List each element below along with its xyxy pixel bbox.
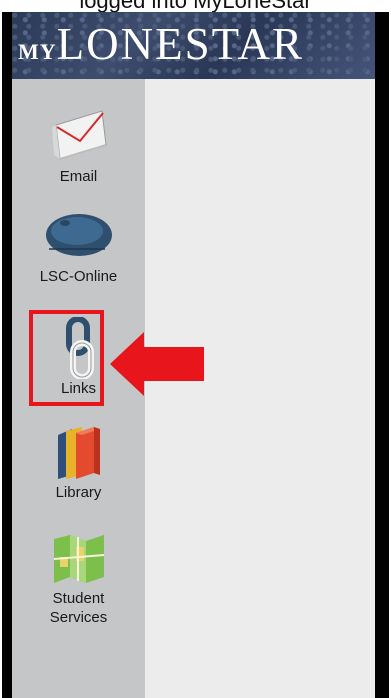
pointer-arrow-icon: [110, 332, 204, 396]
links-highlight-box: [29, 310, 104, 406]
sidebar-item-label: Email: [59, 168, 98, 185]
sidebar-item-label: Library: [55, 484, 102, 501]
logo-prefix: MY: [18, 39, 57, 64]
sidebar-item-student-services[interactable]: Student Services: [12, 529, 145, 627]
sidebar-item-email[interactable]: Email: [12, 105, 145, 186]
header-banner: MY LONESTAR: [12, 12, 375, 79]
sidebar-item-lsc-online[interactable]: LSC-Online: [12, 209, 145, 286]
map-icon: [53, 535, 104, 583]
sidebar-item-label: LSC-Online: [39, 268, 118, 285]
sidebar-item-label: Student Services: [49, 590, 108, 626]
mylonestar-logo[interactable]: MY LONESTAR: [18, 22, 304, 67]
sidebar-item-library[interactable]: Library: [12, 421, 145, 502]
logo-main-text: LONESTAR: [56, 19, 305, 69]
envelope-icon: [51, 110, 107, 160]
mouse-icon: [45, 214, 112, 256]
books-icon: [57, 427, 100, 479]
